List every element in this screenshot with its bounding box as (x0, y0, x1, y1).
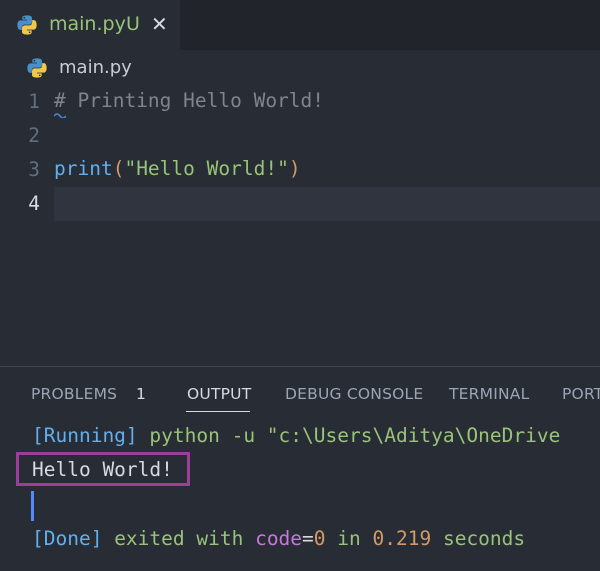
active-tab-indicator (186, 411, 250, 412)
done-in-text: in (325, 527, 373, 550)
running-command: python -u "c:\Users\Aditya\OneDrive (137, 424, 561, 447)
code-editor[interactable]: 1 # Printing Hello World! 2 3 print("Hel… (0, 86, 600, 366)
tab-terminal[interactable]: TERMINAL (449, 385, 529, 403)
output-running-line: [Running] python -u "c:\Users\Aditya\One… (32, 424, 560, 447)
python-icon (17, 15, 37, 35)
code-comment: # Printing Hello World! (54, 89, 325, 112)
function-name: print (54, 157, 113, 180)
breadcrumb-filename[interactable]: main.py (59, 57, 132, 78)
code-line[interactable]: 3 print("Hello World!") (0, 154, 600, 188)
done-tag: [Done] (32, 527, 103, 550)
string-literal: "Hello World!" (124, 157, 289, 180)
tab-filename: main.py (49, 13, 126, 35)
line-number: 2 (28, 124, 40, 147)
code-line[interactable]: 1 # Printing Hello World! (0, 86, 600, 120)
line-number: 4 (28, 192, 40, 215)
tab-ports[interactable]: PORT (562, 385, 600, 403)
output-hello-line: Hello World! (32, 458, 173, 481)
squiggle-underline (54, 113, 66, 118)
done-exited-text: exited with (102, 527, 256, 550)
tab-debug-console[interactable]: DEBUG CONSOLE (285, 385, 423, 403)
done-seconds-text: seconds (431, 527, 526, 550)
python-icon (27, 58, 47, 78)
code-line-current[interactable]: 4 (0, 188, 600, 222)
tab-untracked-status: U (126, 13, 140, 35)
done-equals: = (302, 527, 314, 550)
running-tag: [Running] (32, 424, 138, 447)
tab-main-py[interactable]: main.py U ✕ (0, 0, 180, 50)
editor-tab-bar: main.py U ✕ (0, 0, 600, 50)
line-number: 1 (28, 90, 40, 113)
problems-count-badge: 1 (136, 385, 146, 403)
done-code-value: 0 (313, 527, 326, 550)
breadcrumb: main.py (0, 50, 600, 86)
output-cursor (31, 491, 34, 521)
done-code-key: code (255, 527, 303, 550)
output-done-line: [Done] exited with code=0 in 0.219 secon… (32, 527, 525, 550)
close-paren: ) (288, 157, 301, 180)
code-print-statement: print("Hello World!") (54, 157, 301, 180)
bottom-panel: PROBLEMS 1 OUTPUT DEBUG CONSOLE TERMINAL… (0, 367, 600, 571)
code-line[interactable]: 2 (0, 120, 600, 154)
close-icon[interactable]: ✕ (151, 12, 168, 36)
tab-output[interactable]: OUTPUT (187, 385, 251, 403)
line-number: 3 (28, 158, 40, 181)
open-paren: ( (112, 157, 125, 180)
done-time-value: 0.219 (372, 527, 432, 550)
tab-problems[interactable]: PROBLEMS (31, 385, 117, 403)
